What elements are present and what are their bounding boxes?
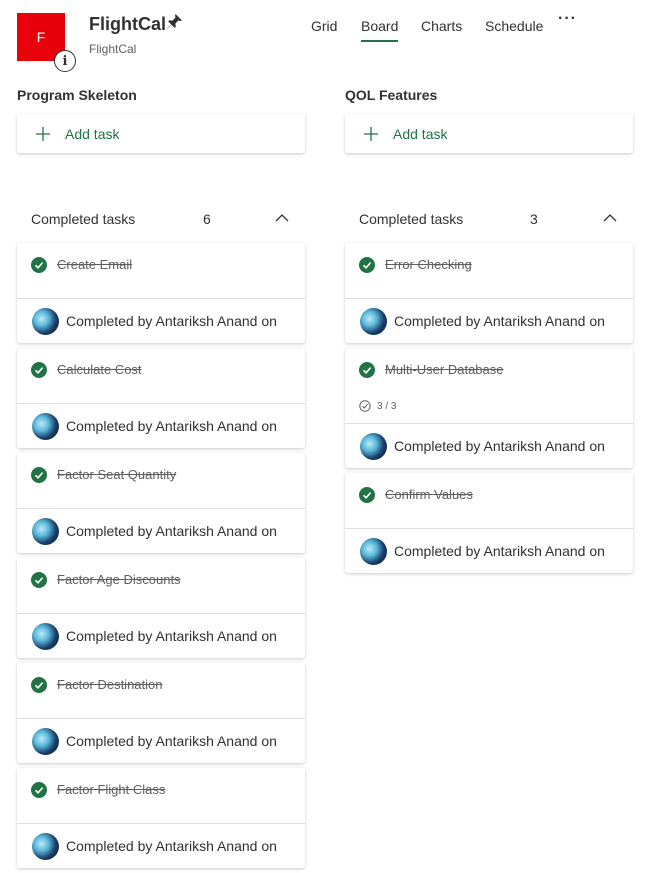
- completed-check-icon[interactable]: [31, 467, 47, 483]
- tab-schedule[interactable]: Schedule: [485, 18, 543, 40]
- task-card[interactable]: Multi-User Database 3 / 3 Completed by A…: [345, 348, 633, 468]
- checklist-count: 3 / 3: [377, 400, 397, 412]
- completed-by-text: Completed by Antariksh Anand on: [66, 733, 277, 749]
- completed-tasks-label: Completed tasks: [31, 211, 136, 227]
- task-title: Create Email: [57, 257, 133, 272]
- completed-by-text: Completed by Antariksh Anand on: [66, 628, 277, 644]
- add-task-button[interactable]: Add task: [345, 114, 633, 153]
- task-card[interactable]: Factor Destination Completed by Antariks…: [17, 663, 305, 763]
- completed-tasks-count: 3: [530, 211, 538, 227]
- completed-check-icon[interactable]: [359, 362, 375, 378]
- completed-by-text: Completed by Antariksh Anand on: [394, 313, 605, 329]
- task-title: Multi-User Database: [385, 362, 504, 377]
- task-card[interactable]: Confirm Values Completed by Antariksh An…: [345, 473, 633, 573]
- add-task-label: Add task: [65, 125, 120, 142]
- avatar: [360, 307, 387, 335]
- chevron-up-icon: [275, 214, 289, 222]
- completed-check-icon[interactable]: [31, 782, 47, 798]
- completed-by-text: Completed by Antariksh Anand on: [66, 418, 277, 434]
- avatar: [360, 432, 387, 460]
- tab-charts[interactable]: Charts: [421, 18, 462, 40]
- avatar: [32, 307, 59, 335]
- completed-check-icon[interactable]: [31, 677, 47, 693]
- avatar: [32, 727, 59, 755]
- plan-subtitle: FlightCal: [89, 42, 137, 56]
- completed-by-text: Completed by Antariksh Anand on: [394, 543, 605, 559]
- completed-task-list: Error Checking Completed by Antariksh An…: [345, 243, 633, 578]
- avatar: [32, 412, 59, 440]
- completed-by-text: Completed by Antariksh Anand on: [394, 438, 605, 454]
- bucket-program-skeleton: Program Skeleton Add task Completed task…: [17, 87, 305, 872]
- task-title: Factor Seat Quantity: [57, 467, 177, 482]
- plan-title: FlightCal: [89, 14, 166, 34]
- avatar: [32, 517, 59, 545]
- bucket-title[interactable]: QOL Features: [345, 87, 437, 103]
- avatar: [360, 537, 387, 565]
- avatar: [32, 622, 59, 650]
- avatar: [32, 832, 59, 860]
- checklist-progress: 3 / 3: [359, 400, 396, 412]
- bucket-title[interactable]: Program Skeleton: [17, 87, 137, 103]
- completed-check-icon[interactable]: [359, 257, 375, 273]
- task-card[interactable]: Error Checking Completed by Antariksh An…: [345, 243, 633, 343]
- task-title: Factor Flight Class: [57, 782, 166, 797]
- completed-task-list: Create Email Completed by Antariksh Anan…: [17, 243, 305, 873]
- plan-icon-letter: F: [36, 29, 46, 45]
- tab-board[interactable]: Board: [361, 18, 399, 42]
- completed-check-icon[interactable]: [31, 572, 47, 588]
- task-title: Factor Destination: [57, 677, 163, 692]
- task-title: Factor Age Discounts: [57, 572, 181, 587]
- task-card[interactable]: Create Email Completed by Antariksh Anan…: [17, 243, 305, 343]
- bucket-qol-features: QOL Features Add task Completed tasks 3 …: [345, 87, 633, 607]
- completed-tasks-label: Completed tasks: [359, 211, 464, 227]
- task-title: Confirm Values: [385, 487, 473, 502]
- completed-check-icon[interactable]: [31, 362, 47, 378]
- info-icon[interactable]: i: [54, 50, 76, 72]
- completed-tasks-toggle[interactable]: Completed tasks 3: [345, 207, 633, 231]
- completed-tasks-count: 6: [203, 211, 211, 227]
- task-title: Calculate Cost: [57, 362, 142, 377]
- checklist-icon: [359, 400, 371, 412]
- completed-check-icon[interactable]: [31, 257, 47, 273]
- completed-tasks-toggle[interactable]: Completed tasks 6: [17, 207, 305, 231]
- completed-by-text: Completed by Antariksh Anand on: [66, 523, 277, 539]
- tab-grid[interactable]: Grid: [311, 18, 337, 40]
- more-options-button[interactable]: ···: [558, 10, 577, 28]
- pin-icon[interactable]: [165, 13, 183, 31]
- task-title: Error Checking: [385, 257, 472, 272]
- plus-icon: [36, 126, 50, 141]
- add-task-label: Add task: [393, 125, 448, 142]
- completed-by-text: Completed by Antariksh Anand on: [66, 838, 277, 854]
- completed-check-icon[interactable]: [359, 487, 375, 503]
- task-card[interactable]: Factor Age Discounts Completed by Antari…: [17, 558, 305, 658]
- task-card[interactable]: Factor Flight Class Completed by Antarik…: [17, 768, 305, 868]
- add-task-button[interactable]: Add task: [17, 114, 305, 153]
- chevron-up-icon: [603, 214, 617, 222]
- completed-by-text: Completed by Antariksh Anand on: [66, 313, 277, 329]
- plus-icon: [364, 126, 378, 141]
- task-card[interactable]: Calculate Cost Completed by Antariksh An…: [17, 348, 305, 448]
- task-card[interactable]: Factor Seat Quantity Completed by Antari…: [17, 453, 305, 553]
